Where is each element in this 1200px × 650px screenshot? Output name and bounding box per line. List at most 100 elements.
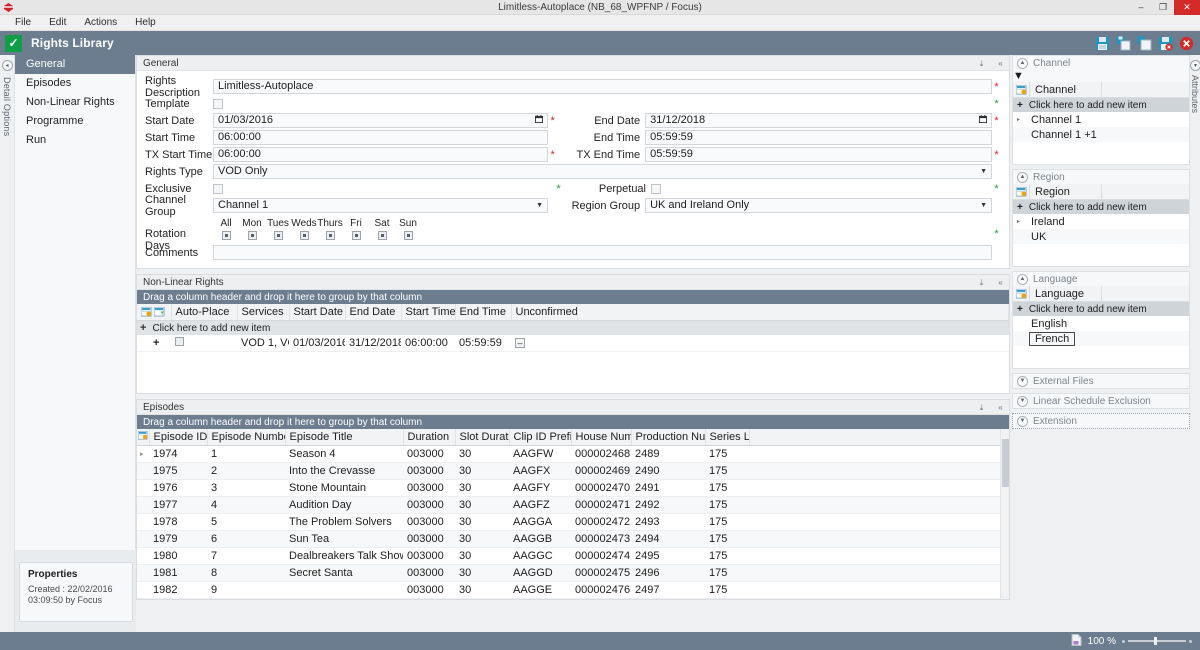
cell-episode-id[interactable]: 1974	[149, 445, 207, 463]
rotation-day-sun[interactable]: Sun	[395, 218, 421, 243]
cell-clip-id-prefix[interactable]: AAGGD	[509, 564, 571, 582]
chevron-down-icon[interactable]: ▼	[1017, 375, 1028, 387]
cell-duration[interactable]: 003000	[403, 513, 455, 531]
list-item[interactable]: English	[1013, 316, 1189, 331]
col-episode-title[interactable]: Episode Title	[285, 429, 404, 446]
cell-start-time[interactable]: 06:00:00	[401, 335, 455, 352]
cell-duration[interactable]: 003000	[403, 564, 455, 582]
perpetual-checkbox[interactable]	[651, 183, 661, 194]
row-expander[interactable]: +	[137, 335, 171, 352]
chevron-collapse-icon[interactable]: «	[996, 403, 1005, 412]
cell-duration[interactable]: 003000	[403, 547, 455, 565]
col-services[interactable]: Services	[237, 304, 290, 321]
cell-episode-number[interactable]: 3	[207, 479, 285, 497]
list-item[interactable]: UK	[1013, 229, 1189, 244]
cell-blank[interactable]	[749, 547, 1009, 565]
cell-episode-title[interactable]: Secret Santa	[285, 564, 403, 582]
chevron-up-icon[interactable]: ▲	[1017, 273, 1028, 285]
cell-episode-title[interactable]: Stone Mountain	[285, 479, 403, 497]
region-group-select[interactable]: UK and Ireland Only ▼	[645, 198, 992, 213]
col-end-time[interactable]: End Time	[455, 304, 512, 321]
cell-episode-title[interactable]: Into the Crevasse	[285, 462, 403, 480]
channel-add-new-row[interactable]: + Click here to add new item	[1013, 98, 1189, 112]
rights-description-input[interactable]: Limitless-Autoplace	[213, 79, 992, 94]
cell-episode-number[interactable]: 5	[207, 513, 285, 531]
col-slot-duration[interactable]: Slot Duration	[455, 429, 510, 446]
rotation-day-checkbox[interactable]	[377, 231, 387, 240]
cell-series-links[interactable]: 175	[705, 547, 749, 565]
table-row[interactable]: 1982 9 003000 30 AAGGE 000002476 2497 175	[137, 581, 1009, 599]
grid-config-cell[interactable]	[137, 304, 172, 321]
rotation-day-mon[interactable]: Mon	[239, 218, 265, 243]
cell-slot-duration[interactable]: 30	[455, 564, 509, 582]
chevron-down-icon[interactable]: ▼	[980, 199, 987, 212]
cell-episode-number[interactable]: 6	[207, 530, 285, 548]
col-blank[interactable]	[749, 429, 1009, 446]
chevron-up-icon[interactable]: ▲	[1017, 57, 1028, 69]
rotation-day-fri[interactable]: Fri	[343, 218, 369, 243]
cell-blank[interactable]	[749, 530, 1009, 548]
save-and-new-icon[interactable]	[1116, 36, 1131, 51]
grid-settings-icon[interactable]	[1013, 186, 1029, 197]
channel-dropdown-button[interactable]: ▼	[1013, 70, 1024, 82]
cell-series-links[interactable]: 175	[705, 479, 749, 497]
cell-production-number[interactable]: 2494	[631, 530, 705, 548]
cell-episode-title[interactable]: Audition Day	[285, 496, 403, 514]
pin-icon[interactable]: ⤓	[977, 278, 986, 287]
zoom-in-tick[interactable]	[1189, 639, 1192, 643]
cell-unconfirmed[interactable]: –	[511, 335, 577, 352]
cell-duration[interactable]: 003000	[403, 479, 455, 497]
col-end-date[interactable]: End Date	[345, 304, 402, 321]
cell-episode-id[interactable]: 1982	[149, 581, 207, 599]
cell-production-number[interactable]: 2489	[631, 445, 705, 463]
cell-episode-number[interactable]: 9	[207, 581, 285, 599]
cell-clip-id-prefix[interactable]: AAGGA	[509, 513, 571, 531]
cell-production-number[interactable]: 2497	[631, 581, 705, 599]
menu-item-file[interactable]: File	[6, 15, 40, 31]
cell-services[interactable]: VOD 1, VOD 2	[237, 335, 289, 352]
table-row[interactable]: ▸ 1974 1 Season 4 003000 30 AAGFW 000002468 2489…	[137, 445, 1009, 463]
sidebar-item-episodes[interactable]: Episodes	[15, 74, 135, 93]
non-linear-group-bar[interactable]: Drag a column header and drop it here to…	[137, 290, 1009, 304]
col-episode-id[interactable]: Episode ID	[149, 429, 208, 446]
template-checkbox[interactable]	[213, 98, 223, 109]
rotation-day-checkbox[interactable]	[351, 231, 361, 240]
exclusive-checkbox[interactable]	[213, 183, 223, 194]
cell-episode-number[interactable]: 4	[207, 496, 285, 514]
rotation-day-tues[interactable]: Tues	[265, 218, 291, 243]
rotation-day-thurs[interactable]: Thurs	[317, 218, 343, 243]
rotation-day-checkbox[interactable]	[273, 231, 283, 240]
zoom-track[interactable]	[1128, 637, 1186, 645]
table-row[interactable]: 1979 6 Sun Tea 003000 30 AAGGB 000002473 2494 17…	[137, 530, 1009, 548]
cell-clip-id-prefix[interactable]: AAGGC	[509, 547, 571, 565]
cell-blank[interactable]	[749, 513, 1009, 531]
rotation-day-weds[interactable]: Weds	[291, 218, 317, 243]
cell-clip-id-prefix[interactable]: AAGFW	[509, 445, 571, 463]
cell-duration[interactable]: 003000	[403, 496, 455, 514]
list-item[interactable]: French	[1013, 331, 1189, 346]
non-linear-add-new-row[interactable]: + Click here to add new item	[137, 321, 1009, 335]
end-time-input[interactable]: 05:59:59	[645, 130, 992, 145]
region-add-new-row[interactable]: + Click here to add new item	[1013, 200, 1189, 214]
cell-series-links[interactable]: 175	[705, 530, 749, 548]
cell-series-links[interactable]: 175	[705, 564, 749, 582]
cell-clip-id-prefix[interactable]: AAGFX	[509, 462, 571, 480]
scrollbar-thumb[interactable]	[1002, 439, 1009, 487]
tx-start-time-input[interactable]: 06:00:00	[213, 147, 549, 162]
col-duration[interactable]: Duration	[403, 429, 456, 446]
col-blank[interactable]	[577, 304, 1009, 321]
list-item[interactable]: ▸ Ireland	[1013, 214, 1189, 229]
cell-series-links[interactable]: 175	[705, 462, 749, 480]
external-files-header[interactable]: ▼ External Files	[1013, 374, 1189, 388]
list-item[interactable]: Channel 1 +1	[1013, 127, 1189, 142]
cell-house-number[interactable]: 000002476	[571, 581, 631, 599]
cell-blank[interactable]	[749, 581, 1009, 599]
cell-episode-number[interactable]: 7	[207, 547, 285, 565]
cell-slot-duration[interactable]: 30	[455, 547, 509, 565]
cell-blank[interactable]	[577, 335, 1009, 352]
table-row[interactable]: 1978 5 The Problem Solvers 003000 30 AAGGA 000…	[137, 513, 1009, 531]
linear-schedule-exclusion-header[interactable]: ▼ Linear Schedule Exclusion	[1013, 394, 1189, 408]
cell-house-number[interactable]: 000002470	[571, 479, 631, 497]
cell-blank[interactable]	[749, 462, 1009, 480]
col-start-date[interactable]: Start Date	[289, 304, 346, 321]
